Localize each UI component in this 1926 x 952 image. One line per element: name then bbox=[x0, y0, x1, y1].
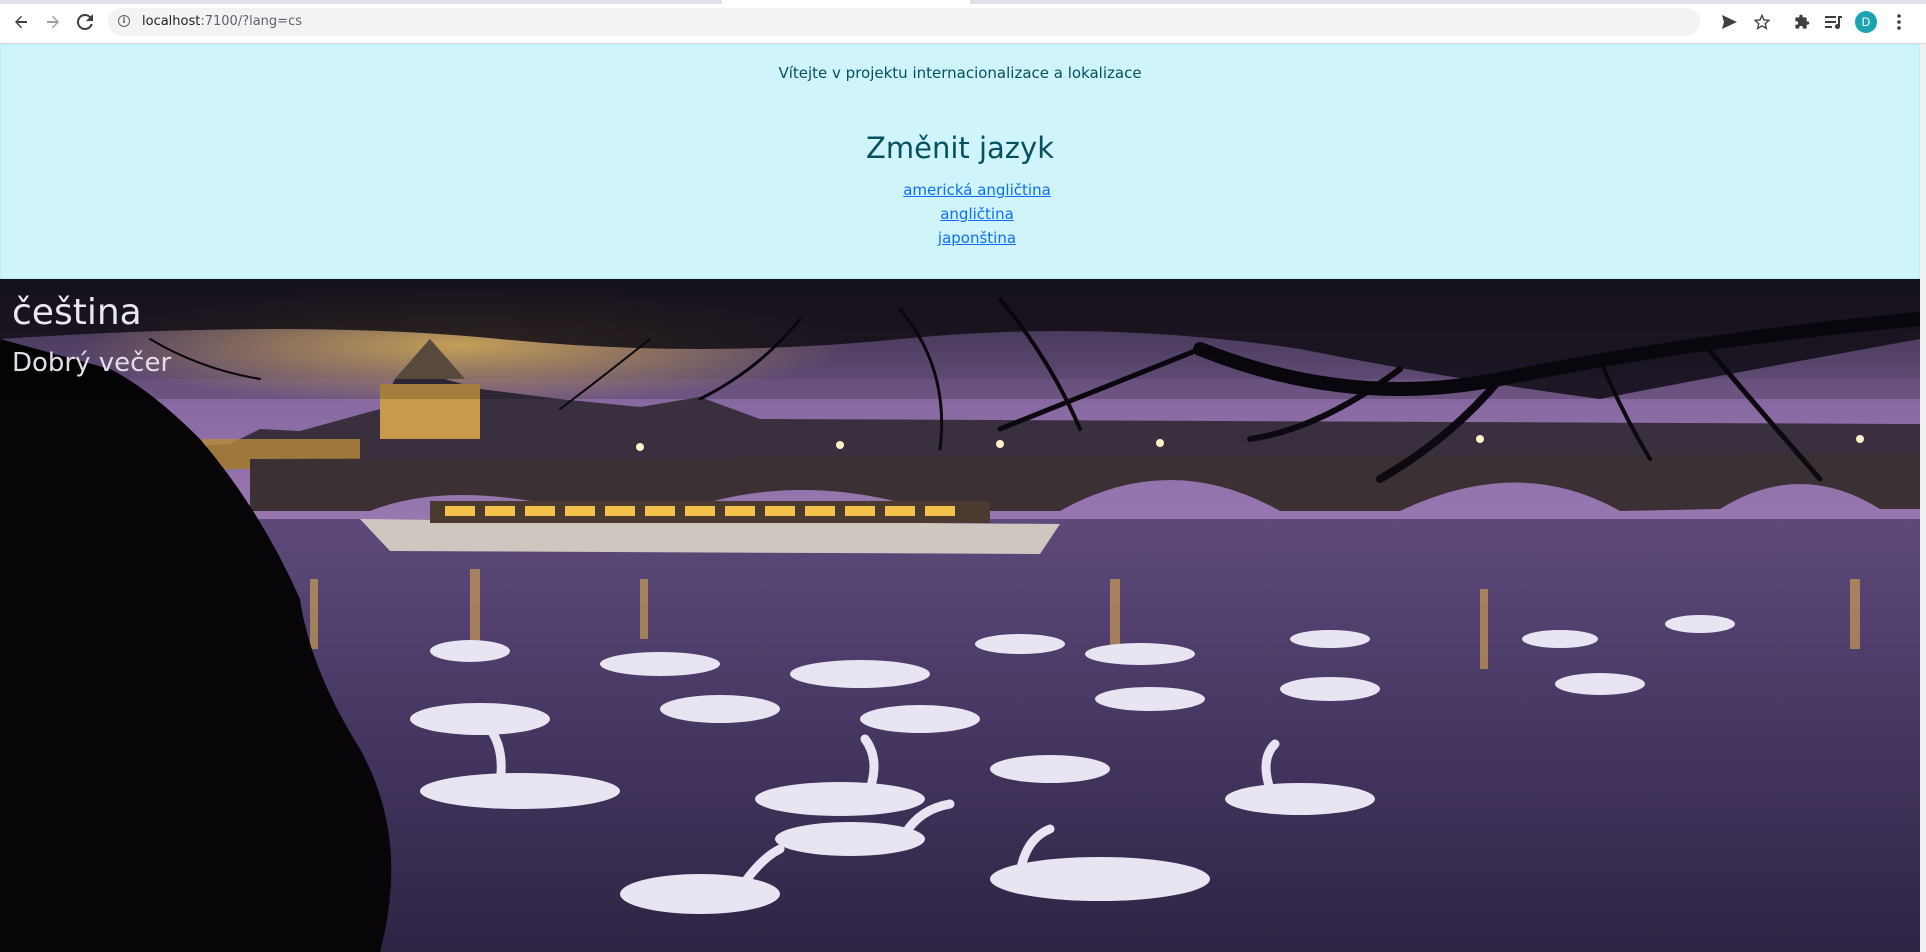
page-scrollbar[interactable] bbox=[1920, 44, 1926, 952]
reload-icon bbox=[77, 14, 93, 30]
bookmark-button[interactable] bbox=[1750, 10, 1774, 34]
info-icon[interactable]: i bbox=[118, 15, 130, 27]
arrow-right-icon bbox=[47, 15, 59, 29]
url-text[interactable]: localhost:7100/?lang=cs bbox=[142, 14, 302, 29]
current-language-name: čeština bbox=[12, 292, 142, 333]
active-tab[interactable] bbox=[722, 0, 970, 4]
hero-background-image bbox=[0, 279, 1920, 952]
language-link-en[interactable]: angličtina bbox=[862, 202, 1092, 226]
greeting-text: Dobrý večer bbox=[12, 348, 172, 378]
avatar[interactable]: D bbox=[1855, 11, 1877, 33]
language-header-panel: Vítejte v projektu internacionalizace a … bbox=[0, 44, 1920, 279]
media-queue-icon bbox=[1825, 16, 1842, 30]
puzzle-icon bbox=[1795, 14, 1810, 29]
url-path: :7100/?lang=cs bbox=[200, 14, 302, 29]
tab-strip bbox=[0, 0, 1926, 4]
back-button[interactable] bbox=[9, 10, 33, 34]
menu-button[interactable] bbox=[1887, 10, 1911, 34]
address-bar[interactable]: i localhost:7100/?lang=cs bbox=[108, 8, 1700, 36]
extensions-button[interactable] bbox=[1790, 10, 1814, 34]
language-links: americká angličtina angličtina japonštin… bbox=[862, 178, 1092, 250]
send-button[interactable] bbox=[1717, 10, 1741, 34]
change-language-heading: Změnit jazyk bbox=[866, 131, 1054, 165]
kebab-menu-icon bbox=[1897, 14, 1901, 30]
media-button[interactable] bbox=[1822, 10, 1846, 34]
send-icon bbox=[1722, 15, 1737, 29]
forward-button[interactable] bbox=[41, 10, 65, 34]
language-link-ja[interactable]: japonština bbox=[862, 226, 1092, 250]
welcome-message: Vítejte v projektu internacionalizace a … bbox=[778, 64, 1142, 82]
arrow-left-icon bbox=[15, 15, 27, 29]
url-host: localhost bbox=[142, 14, 201, 29]
language-link-en-us[interactable]: americká angličtina bbox=[862, 178, 1092, 202]
reload-button[interactable] bbox=[73, 10, 97, 34]
star-icon bbox=[1754, 14, 1770, 30]
browser-toolbar: i localhost:7100/?lang=cs D bbox=[0, 0, 1926, 44]
